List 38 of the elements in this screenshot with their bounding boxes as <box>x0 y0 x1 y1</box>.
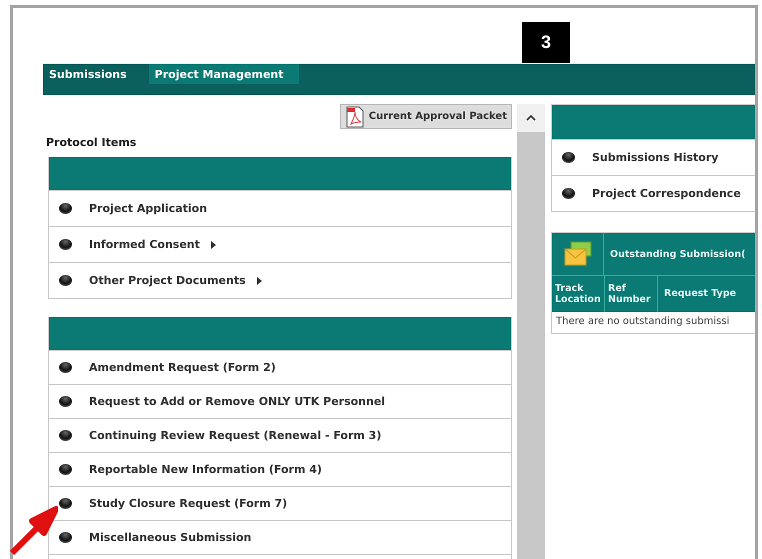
list-item[interactable]: Request to Add or Remove ONLY UTK Personnel <box>49 384 511 418</box>
bullet-icon <box>59 498 72 509</box>
scrollbar[interactable] <box>517 104 545 559</box>
bullet-icon <box>59 464 72 475</box>
step-badge: 3 <box>522 22 570 63</box>
list-item[interactable]: Amendment Request (Form 2) <box>49 350 511 384</box>
list-item[interactable]: Submissions History <box>552 139 755 175</box>
bullet-icon <box>562 152 575 163</box>
column-header: Ref Number <box>605 276 658 312</box>
table-title: Outstanding Submission( <box>610 248 746 260</box>
scroll-up-button[interactable] <box>517 104 545 132</box>
caret-icon <box>526 115 536 121</box>
bullet-icon <box>59 362 72 373</box>
pointer-arrow <box>8 505 58 555</box>
approval-packet-button[interactable]: Current Approval Packet <box>340 104 512 129</box>
bullet-icon <box>59 396 72 407</box>
list-item[interactable]: Continuing Review Request (Renewal - Form 3) <box>49 418 511 452</box>
bullet-icon <box>59 239 72 250</box>
column-header: Track Location <box>552 276 605 312</box>
list-item[interactable]: Informed Consent <box>49 226 511 262</box>
list-item[interactable]: Project Application <box>49 190 511 226</box>
column-header: Request Type <box>663 287 738 302</box>
bullet-icon <box>59 203 72 214</box>
bullet-icon <box>562 188 575 199</box>
bullet-icon <box>59 430 72 441</box>
pdf-icon <box>344 106 365 128</box>
list-item[interactable]: Other Project Documents <box>49 262 511 298</box>
bullet-icon <box>59 275 72 286</box>
empty-message: There are no outstanding submissi <box>555 315 730 329</box>
envelope-icon <box>562 240 592 268</box>
section-title: Protocol Items <box>46 136 138 149</box>
bullet-icon <box>59 532 72 543</box>
tab[interactable]: Project Management <box>148 64 299 84</box>
list-item[interactable]: Project Correspondence <box>552 175 755 211</box>
submenu-arrow-icon <box>256 276 262 284</box>
list-item[interactable]: Reportable New Information (Form 4) <box>49 452 511 486</box>
list-item[interactable]: Miscellaneous Submission <box>49 520 511 554</box>
submenu-arrow-icon <box>210 240 216 248</box>
